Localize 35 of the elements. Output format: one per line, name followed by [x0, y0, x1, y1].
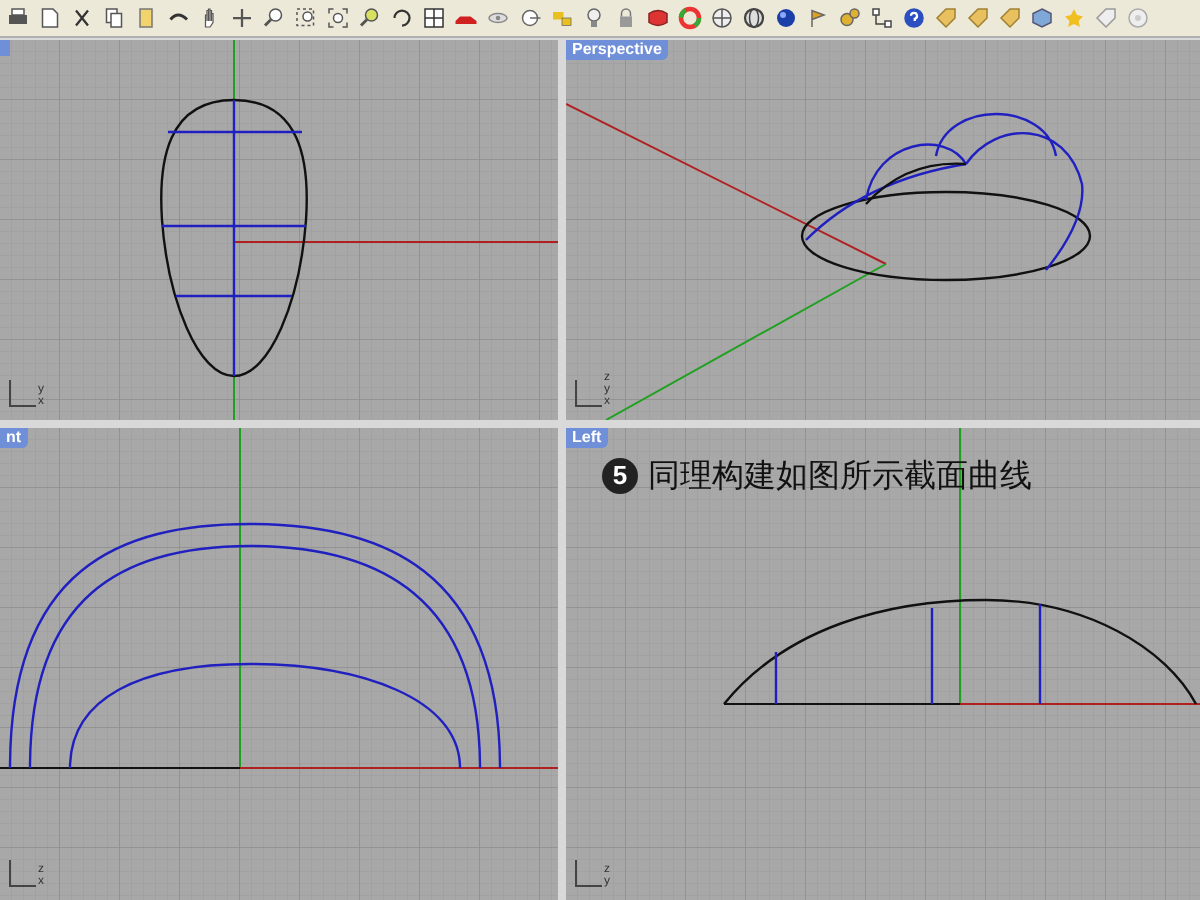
shaded-shape-icon[interactable]	[646, 4, 670, 32]
sphere-icon[interactable]	[774, 4, 798, 32]
zoom-extents-icon[interactable]	[326, 4, 350, 32]
copy-icon[interactable]	[102, 4, 126, 32]
zoom-icon[interactable]	[262, 4, 286, 32]
document-icon[interactable]	[38, 4, 62, 32]
rotate-icon[interactable]	[390, 4, 414, 32]
star-icon[interactable]	[1062, 4, 1086, 32]
help-icon[interactable]	[902, 4, 926, 32]
lock-icon[interactable]	[614, 4, 638, 32]
viewport-title[interactable]: Left	[566, 428, 608, 448]
tag-icon[interactable]	[998, 4, 1022, 32]
flag-icon[interactable]	[806, 4, 830, 32]
cut-icon[interactable]	[70, 4, 94, 32]
axis-triad-icon	[574, 860, 602, 888]
gears-icon[interactable]	[838, 4, 862, 32]
viewport-title[interactable]: nt	[0, 428, 28, 448]
axis-triad-icon	[8, 380, 36, 408]
cube-icon[interactable]	[1030, 4, 1054, 32]
axis-triad-icon	[574, 380, 602, 408]
axis-triad-icon	[8, 860, 36, 888]
bulb-icon[interactable]	[582, 4, 606, 32]
tag-icon[interactable]	[966, 4, 990, 32]
sphere-grid-icon[interactable]	[742, 4, 766, 32]
zoom-selected-icon[interactable]	[358, 4, 382, 32]
target-icon[interactable]	[518, 4, 542, 32]
tag-icon[interactable]	[934, 4, 958, 32]
clipboard-icon[interactable]	[134, 4, 158, 32]
move-icon[interactable]	[230, 4, 254, 32]
viewport-title[interactable]: Perspective	[566, 40, 668, 60]
hierarchy-icon[interactable]	[870, 4, 894, 32]
color-wheel-icon[interactable]	[678, 4, 702, 32]
zoom-window-icon[interactable]	[294, 4, 318, 32]
sphere-wire-icon[interactable]	[710, 4, 734, 32]
four-viewports-icon[interactable]	[422, 4, 446, 32]
